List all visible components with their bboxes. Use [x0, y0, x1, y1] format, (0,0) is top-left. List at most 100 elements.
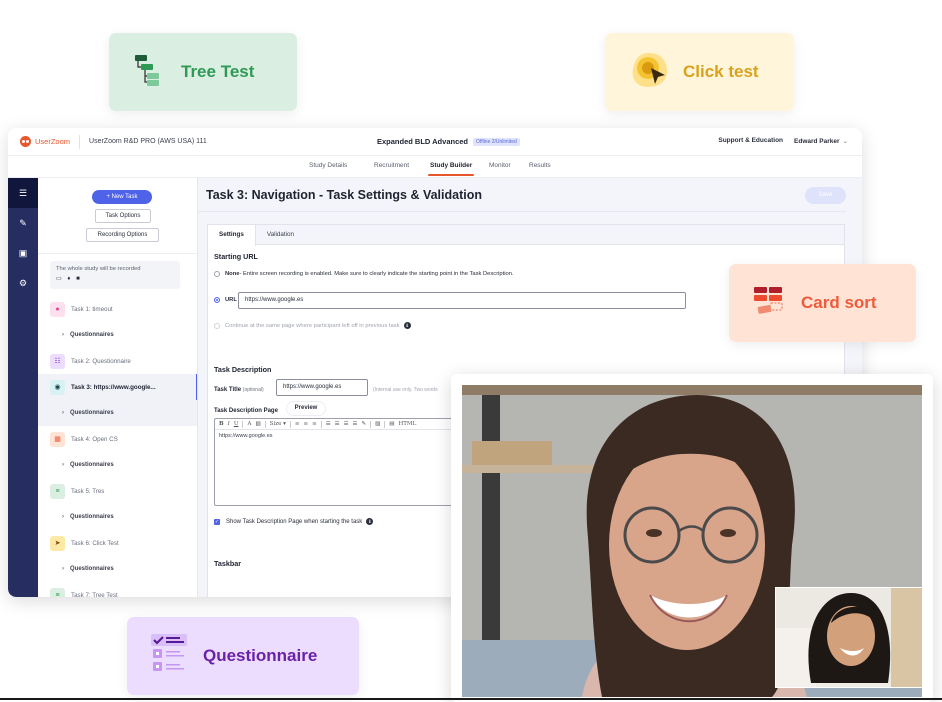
- questionnaire-label: Questionnaire: [203, 646, 318, 665]
- study-nav: Study Details Recruitment Study Builder …: [8, 156, 862, 178]
- radio-url[interactable]: [214, 297, 220, 303]
- click-test-icon: [629, 51, 669, 94]
- card-sort-icon: [753, 286, 785, 321]
- radio-continue[interactable]: [214, 322, 220, 329]
- tab-study-builder[interactable]: Study Builder: [427, 162, 475, 176]
- user-name: Edward Parker: [794, 138, 840, 145]
- divider: [79, 134, 81, 149]
- questionnaires-item[interactable]: › Questionnaires: [38, 452, 197, 478]
- questionnaires-label: Questionnaires: [70, 410, 114, 416]
- tab-settings[interactable]: Settings: [208, 225, 256, 246]
- info-icon[interactable]: i: [366, 518, 374, 525]
- divider: [370, 420, 372, 428]
- chevron-right-icon: ›: [62, 332, 64, 338]
- recording-media-icons: ▭ ♦ ■: [56, 276, 82, 282]
- align-right-button[interactable]: ≡: [312, 421, 317, 427]
- self-view-image: [776, 588, 922, 687]
- userzoom-logo-icon: [20, 136, 31, 147]
- self-view-video: [775, 587, 922, 688]
- file-button[interactable]: ▤: [389, 421, 394, 427]
- task-item-6[interactable]: ➤ Task 6: Click Test: [38, 530, 197, 556]
- support-link[interactable]: Support & Education: [718, 137, 783, 145]
- task-item-3[interactable]: ◉ Task 3: https://www.google...: [38, 374, 197, 400]
- rail-item-list[interactable]: ☰: [8, 178, 38, 208]
- tree-test-label: Tree Test: [181, 62, 255, 81]
- tab-validation[interactable]: Validation: [256, 225, 305, 244]
- chevron-right-icon: ›: [62, 566, 64, 572]
- tree-test-card: Tree Test: [109, 33, 297, 111]
- tree-test-icon: ≡: [50, 483, 65, 499]
- questionnaires-label: Questionnaires: [70, 514, 114, 520]
- divider: [0, 698, 942, 700]
- chevron-right-icon: ›: [62, 514, 64, 520]
- show-description-option[interactable]: ✓ Show Task Description Page when starti…: [214, 518, 374, 525]
- ordered-list-button[interactable]: ☰: [326, 421, 331, 427]
- html-button[interactable]: HTML: [398, 421, 416, 427]
- tree-test-icon: [133, 53, 163, 92]
- recording-note: The whole study will be recorded ▭ ♦ ■: [50, 261, 180, 289]
- questionnaires-item[interactable]: › Questionnaires: [38, 504, 197, 530]
- tab-monitor[interactable]: Monitor: [489, 162, 511, 169]
- save-button[interactable]: Save: [805, 187, 846, 204]
- task-item-5[interactable]: ≡ Task 5: Tres: [38, 478, 197, 504]
- option-url[interactable]: URL: [214, 297, 237, 303]
- task-item-4[interactable]: ▦ Task 4: Open CS: [38, 426, 197, 452]
- divider: [242, 420, 244, 428]
- task-title-label: Task Title (optional): [214, 387, 264, 393]
- org-name[interactable]: UserZoom R&D PRO (AWS USA) 111: [89, 138, 207, 145]
- option-continue[interactable]: Continue at the same page where particip…: [214, 322, 411, 329]
- tab-study-details[interactable]: Study Details: [309, 162, 347, 169]
- option-none[interactable]: None - Entire screen recording is enable…: [214, 271, 514, 277]
- task-item-2[interactable]: ☷ Task 2: Questionnaire: [38, 348, 197, 374]
- bold-button[interactable]: B: [219, 421, 224, 427]
- tab-results[interactable]: Results: [529, 162, 551, 169]
- task-item-7[interactable]: ≡ Task 7: Tree Test: [38, 582, 197, 597]
- gear-icon: ⚙: [18, 277, 28, 288]
- text-color-button[interactable]: A: [247, 421, 251, 427]
- new-task-button[interactable]: + New Task: [92, 190, 152, 204]
- italic-button[interactable]: I: [228, 421, 230, 427]
- brand-logo[interactable]: UserZoom: [20, 136, 70, 147]
- clear-format-button[interactable]: ✎: [361, 421, 366, 427]
- questionnaires-item[interactable]: › Questionnaires: [38, 400, 197, 426]
- study-title: Expanded BLD Advanced Offline 2/Unlimite…: [377, 137, 520, 146]
- option-url-label: URL: [225, 297, 237, 303]
- task-description-heading: Task Description: [214, 365, 272, 374]
- underline-button[interactable]: U: [234, 421, 239, 427]
- card-sort-card: Card sort: [729, 264, 916, 342]
- bg-color-button[interactable]: ▧: [255, 421, 260, 427]
- chevron-down-icon: ⌄: [842, 138, 848, 145]
- recording-note-text: The whole study will be recorded: [56, 266, 141, 272]
- rail-item-settings[interactable]: ⚙: [8, 268, 38, 298]
- align-center-button[interactable]: ≡: [303, 421, 308, 427]
- click-test-label: Click test: [683, 62, 759, 81]
- task-item-1[interactable]: ● Task 1: timeout: [38, 296, 197, 322]
- rail-item-design[interactable]: ✎: [8, 208, 38, 238]
- align-left-button[interactable]: ≡: [295, 421, 300, 427]
- image-button[interactable]: ▨: [375, 421, 380, 427]
- font-size-select[interactable]: Size ▾: [270, 421, 286, 427]
- task-options-button[interactable]: Task Options: [95, 209, 151, 223]
- outdent-button[interactable]: ☰: [344, 421, 349, 427]
- info-icon[interactable]: i: [403, 322, 411, 329]
- task-label: Task 3: https://www.google...: [71, 383, 156, 391]
- rail-item-preview[interactable]: ▣: [8, 238, 38, 268]
- tree-test-icon: ≡: [50, 587, 65, 597]
- navigation-icon: ◉: [50, 379, 65, 395]
- tab-recruitment[interactable]: Recruitment: [374, 162, 409, 169]
- questionnaires-item[interactable]: › Questionnaires: [38, 322, 197, 348]
- show-description-checkbox[interactable]: ✓: [214, 518, 220, 525]
- radio-none[interactable]: [214, 271, 220, 277]
- questionnaires-item[interactable]: › Questionnaires: [38, 556, 197, 582]
- indent-button[interactable]: ☰: [353, 421, 358, 427]
- option-continue-text: Continue at the same page where particip…: [225, 322, 400, 329]
- bullet-list-button[interactable]: ☰: [335, 421, 340, 427]
- user-menu[interactable]: Edward Parker ⌄: [794, 137, 848, 145]
- task-label: Task 2: Questionnaire: [71, 357, 131, 365]
- preview-icon: ▣: [18, 247, 28, 258]
- task-title-input[interactable]: https://www.google.es: [276, 379, 368, 396]
- optional-tag: (optional): [242, 387, 264, 393]
- preview-button[interactable]: Preview: [286, 401, 326, 416]
- recording-options-button[interactable]: Recording Options: [86, 228, 159, 242]
- url-input[interactable]: https://www.google.es: [238, 292, 686, 309]
